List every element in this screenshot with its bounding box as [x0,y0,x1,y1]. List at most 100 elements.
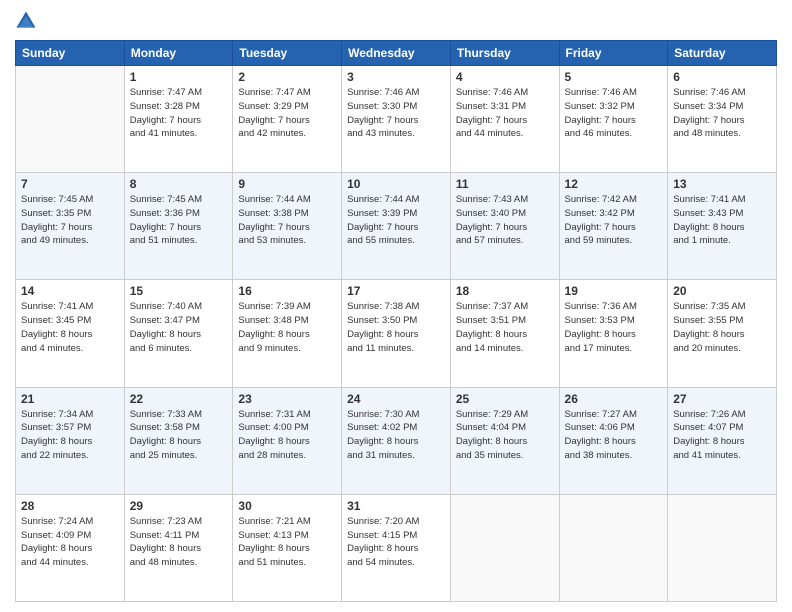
calendar-day-cell: 2 Sunrise: 7:47 AM Sunset: 3:29 PM Daylig… [233,66,342,173]
calendar-day-cell: 18Sunrise: 7:37 AM Sunset: 3:51 PM Dayli… [450,280,559,387]
day-info: Sunrise: 7:20 AM Sunset: 4:15 PM Dayligh… [347,515,445,570]
day-info: Sunrise: 7:23 AM Sunset: 4:11 PM Dayligh… [130,515,228,570]
day-number: 24 [347,392,445,406]
calendar-day-cell: 29 Sunrise: 7:23 AM Sunset: 4:11 PM Dayli… [124,494,233,601]
day-number: 20 [673,284,771,298]
calendar-day-cell: 22 Sunrise: 7:33 AM Sunset: 3:58 PM Dayli… [124,387,233,494]
day-number: 26 [565,392,663,406]
calendar-day-cell: 6 Sunrise: 7:46 AM Sunset: 3:34 PM Daylig… [668,66,777,173]
calendar-day-cell: 30Sunrise: 7:21 AM Sunset: 4:13 PM Dayli… [233,494,342,601]
day-info: Sunrise: 7:39 AM Sunset: 3:48 PM Dayligh… [238,300,336,355]
day-number: 3 [347,70,445,84]
calendar-week-row: 28 Sunrise: 7:24 AM Sunset: 4:09 PM Dayli… [16,494,777,601]
day-number: 12 [565,177,663,191]
calendar-weekday-sunday: Sunday [16,41,125,66]
calendar-week-row: 14 Sunrise: 7:41 AM Sunset: 3:45 PM Dayli… [16,280,777,387]
day-info: Sunrise: 7:41 AM Sunset: 3:45 PM Dayligh… [21,300,119,355]
day-info: Sunrise: 7:30 AM Sunset: 4:02 PM Dayligh… [347,408,445,463]
day-number: 25 [456,392,554,406]
day-number: 19 [565,284,663,298]
calendar-week-row: 1Sunrise: 7:47 AM Sunset: 3:28 PM Daylig… [16,66,777,173]
day-info: Sunrise: 7:40 AM Sunset: 3:47 PM Dayligh… [130,300,228,355]
calendar-day-cell: 5 Sunrise: 7:46 AM Sunset: 3:32 PM Daylig… [559,66,668,173]
calendar-day-cell: 25Sunrise: 7:29 AM Sunset: 4:04 PM Dayli… [450,387,559,494]
day-info: Sunrise: 7:44 AM Sunset: 3:39 PM Dayligh… [347,193,445,248]
day-info: Sunrise: 7:31 AM Sunset: 4:00 PM Dayligh… [238,408,336,463]
calendar-table: SundayMondayTuesdayWednesdayThursdayFrid… [15,40,777,602]
day-number: 1 [130,70,228,84]
day-info: Sunrise: 7:44 AM Sunset: 3:38 PM Dayligh… [238,193,336,248]
calendar-day-cell: 31Sunrise: 7:20 AM Sunset: 4:15 PM Dayli… [342,494,451,601]
day-info: Sunrise: 7:35 AM Sunset: 3:55 PM Dayligh… [673,300,771,355]
day-info: Sunrise: 7:42 AM Sunset: 3:42 PM Dayligh… [565,193,663,248]
calendar-day-cell: 13 Sunrise: 7:41 AM Sunset: 3:43 PM Dayli… [668,173,777,280]
day-number: 6 [673,70,771,84]
day-number: 11 [456,177,554,191]
calendar-weekday-tuesday: Tuesday [233,41,342,66]
calendar-day-cell: 24 Sunrise: 7:30 AM Sunset: 4:02 PM Dayli… [342,387,451,494]
calendar-weekday-wednesday: Wednesday [342,41,451,66]
day-number: 28 [21,499,119,513]
day-number: 9 [238,177,336,191]
calendar-day-cell: 9 Sunrise: 7:44 AM Sunset: 3:38 PM Daylig… [233,173,342,280]
day-number: 13 [673,177,771,191]
calendar-day-cell [450,494,559,601]
calendar-day-cell: 8 Sunrise: 7:45 AM Sunset: 3:36 PM Daylig… [124,173,233,280]
calendar-weekday-monday: Monday [124,41,233,66]
day-info: Sunrise: 7:46 AM Sunset: 3:32 PM Dayligh… [565,86,663,141]
calendar-day-cell: 12 Sunrise: 7:42 AM Sunset: 3:42 PM Dayli… [559,173,668,280]
day-number: 27 [673,392,771,406]
day-info: Sunrise: 7:27 AM Sunset: 4:06 PM Dayligh… [565,408,663,463]
calendar-day-cell: 4 Sunrise: 7:46 AM Sunset: 3:31 PM Daylig… [450,66,559,173]
day-number: 21 [21,392,119,406]
day-number: 10 [347,177,445,191]
day-number: 30 [238,499,336,513]
day-info: Sunrise: 7:38 AM Sunset: 3:50 PM Dayligh… [347,300,445,355]
calendar-day-cell: 28 Sunrise: 7:24 AM Sunset: 4:09 PM Dayli… [16,494,125,601]
calendar-day-cell: 21 Sunrise: 7:34 AM Sunset: 3:57 PM Dayli… [16,387,125,494]
calendar-day-cell: 7 Sunrise: 7:45 AM Sunset: 3:35 PM Daylig… [16,173,125,280]
day-info: Sunrise: 7:33 AM Sunset: 3:58 PM Dayligh… [130,408,228,463]
day-info: Sunrise: 7:45 AM Sunset: 3:35 PM Dayligh… [21,193,119,248]
calendar-day-cell: 19Sunrise: 7:36 AM Sunset: 3:53 PM Dayli… [559,280,668,387]
day-info: Sunrise: 7:47 AM Sunset: 3:29 PM Dayligh… [238,86,336,141]
calendar-day-cell: 15Sunrise: 7:40 AM Sunset: 3:47 PM Dayli… [124,280,233,387]
calendar-day-cell: 3 Sunrise: 7:46 AM Sunset: 3:30 PM Daylig… [342,66,451,173]
day-number: 5 [565,70,663,84]
calendar-weekday-saturday: Saturday [668,41,777,66]
logo-icon [15,10,37,32]
day-info: Sunrise: 7:26 AM Sunset: 4:07 PM Dayligh… [673,408,771,463]
calendar-day-cell: 16 Sunrise: 7:39 AM Sunset: 3:48 PM Dayli… [233,280,342,387]
calendar-week-row: 7 Sunrise: 7:45 AM Sunset: 3:35 PM Daylig… [16,173,777,280]
day-info: Sunrise: 7:46 AM Sunset: 3:34 PM Dayligh… [673,86,771,141]
day-info: Sunrise: 7:37 AM Sunset: 3:51 PM Dayligh… [456,300,554,355]
day-number: 17 [347,284,445,298]
day-info: Sunrise: 7:45 AM Sunset: 3:36 PM Dayligh… [130,193,228,248]
day-number: 14 [21,284,119,298]
day-info: Sunrise: 7:43 AM Sunset: 3:40 PM Dayligh… [456,193,554,248]
day-number: 22 [130,392,228,406]
calendar-day-cell: 11 Sunrise: 7:43 AM Sunset: 3:40 PM Dayli… [450,173,559,280]
day-info: Sunrise: 7:46 AM Sunset: 3:31 PM Dayligh… [456,86,554,141]
calendar-day-cell [668,494,777,601]
header [15,10,777,32]
calendar-day-cell: 17 Sunrise: 7:38 AM Sunset: 3:50 PM Dayli… [342,280,451,387]
day-info: Sunrise: 7:34 AM Sunset: 3:57 PM Dayligh… [21,408,119,463]
calendar-day-cell [559,494,668,601]
calendar-day-cell: 14 Sunrise: 7:41 AM Sunset: 3:45 PM Dayli… [16,280,125,387]
day-number: 23 [238,392,336,406]
page: SundayMondayTuesdayWednesdayThursdayFrid… [0,0,792,612]
calendar-day-cell: 10 Sunrise: 7:44 AM Sunset: 3:39 PM Dayli… [342,173,451,280]
day-number: 29 [130,499,228,513]
day-number: 16 [238,284,336,298]
day-info: Sunrise: 7:46 AM Sunset: 3:30 PM Dayligh… [347,86,445,141]
day-number: 4 [456,70,554,84]
calendar-day-cell: 27 Sunrise: 7:26 AM Sunset: 4:07 PM Dayli… [668,387,777,494]
day-number: 7 [21,177,119,191]
day-info: Sunrise: 7:41 AM Sunset: 3:43 PM Dayligh… [673,193,771,248]
day-number: 8 [130,177,228,191]
day-info: Sunrise: 7:24 AM Sunset: 4:09 PM Dayligh… [21,515,119,570]
calendar-week-row: 21 Sunrise: 7:34 AM Sunset: 3:57 PM Dayli… [16,387,777,494]
day-number: 2 [238,70,336,84]
calendar-weekday-friday: Friday [559,41,668,66]
